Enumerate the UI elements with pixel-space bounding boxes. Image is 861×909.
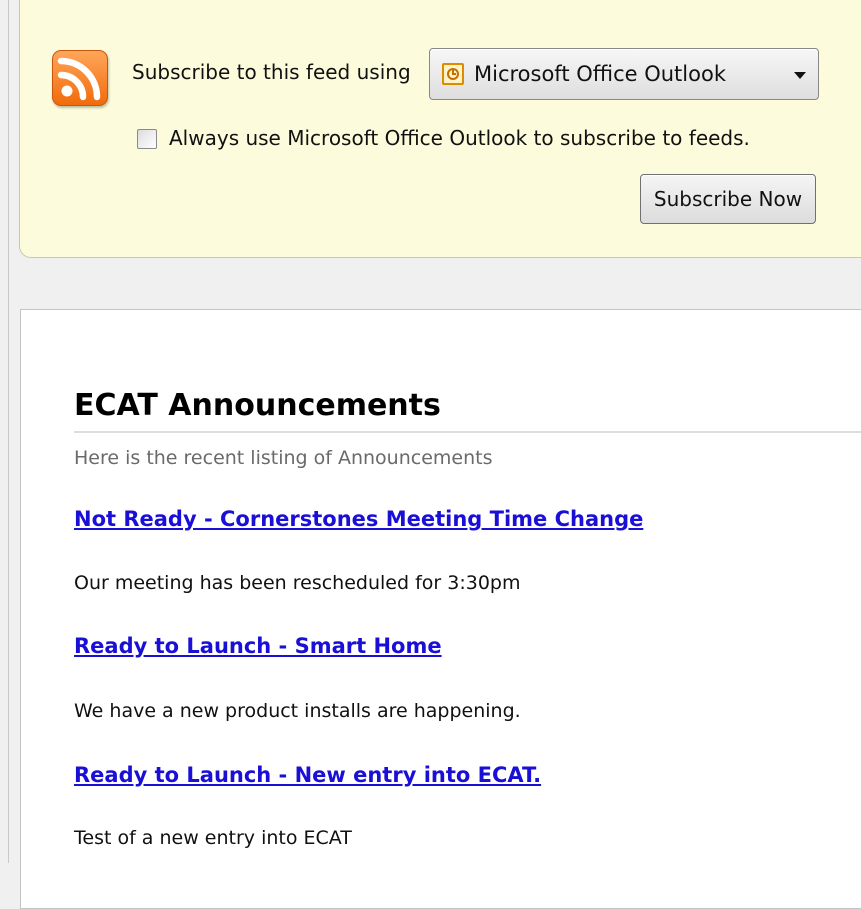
feed-reader-selected: Microsoft Office Outlook bbox=[474, 62, 726, 86]
entry-description: We have a new product installs are happe… bbox=[74, 700, 521, 722]
title-divider bbox=[74, 431, 861, 433]
feed-title: ECAT Announcements bbox=[74, 388, 441, 423]
left-border bbox=[8, 0, 9, 863]
subscribe-label: Subscribe to this feed using bbox=[132, 60, 411, 84]
subscribe-now-button[interactable]: Subscribe Now bbox=[640, 174, 816, 224]
always-use-label[interactable]: Always use Microsoft Office Outlook to s… bbox=[169, 126, 750, 150]
feed-reader-select[interactable]: Microsoft Office Outlook bbox=[429, 48, 819, 100]
rss-feed-icon bbox=[52, 50, 108, 106]
always-use-checkbox[interactable] bbox=[137, 129, 157, 149]
feed-subtitle: Here is the recent listing of Announceme… bbox=[74, 447, 493, 469]
entry-description: Our meeting has been rescheduled for 3:3… bbox=[74, 572, 521, 594]
chevron-down-icon[interactable] bbox=[794, 72, 806, 79]
entry-title-link[interactable]: Not Ready - Cornerstones Meeting Time Ch… bbox=[74, 507, 643, 531]
entry-title-link[interactable]: Ready to Launch - New entry into ECAT. bbox=[74, 763, 541, 787]
outlook-clock-icon bbox=[442, 63, 464, 85]
entry-title-link[interactable]: Ready to Launch - Smart Home bbox=[74, 634, 442, 658]
entry-description: Test of a new entry into ECAT bbox=[74, 827, 352, 849]
